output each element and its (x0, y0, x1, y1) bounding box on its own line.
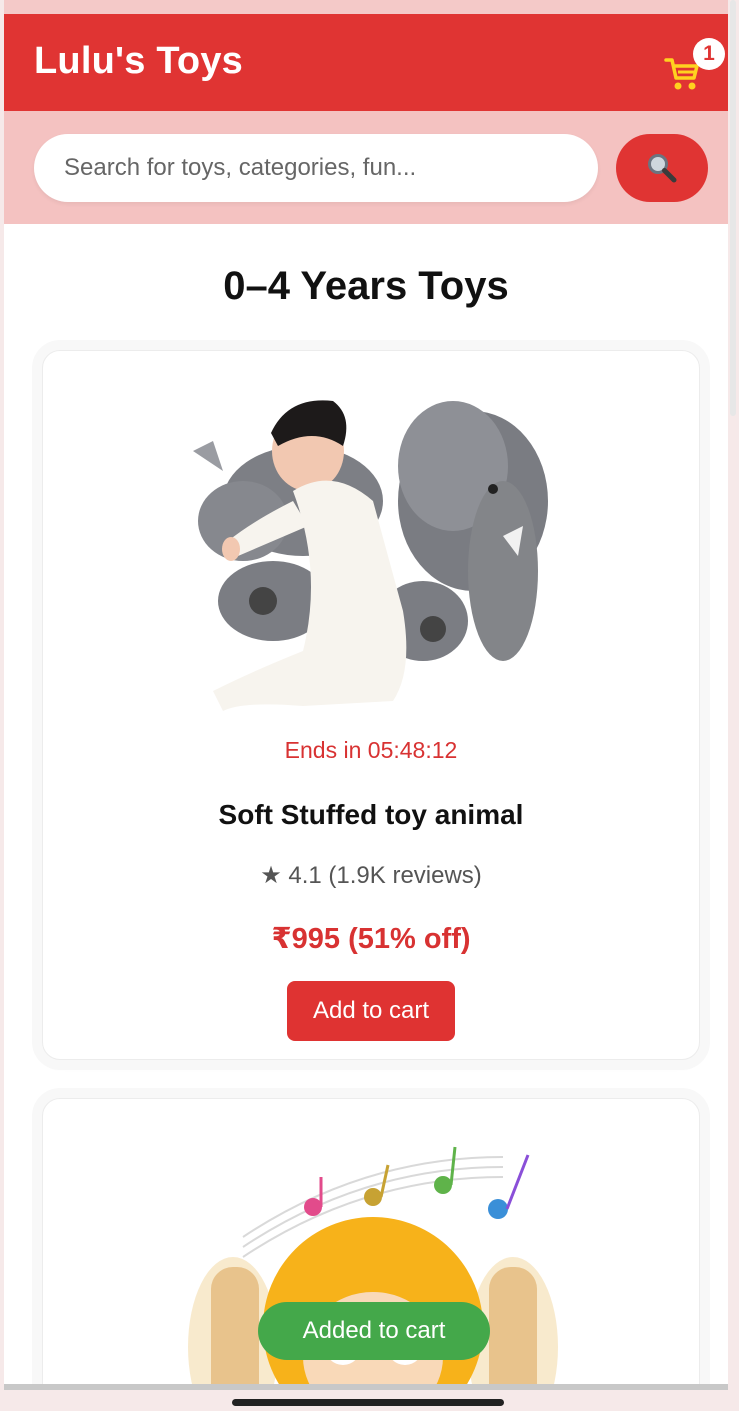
cart-button[interactable]: 1 (660, 30, 725, 94)
magnifier-icon (648, 154, 677, 183)
product-image[interactable] (183, 371, 563, 711)
app-screen: Lulu's Toys 1 0–4 Years Toys (4, 0, 728, 1390)
cart-count-badge: 1 (693, 38, 725, 70)
product-card[interactable]: Ends in 05:48:12 Soft Stuffed toy animal… (42, 350, 700, 1060)
status-strip (4, 0, 728, 14)
product-name[interactable]: Soft Stuffed toy animal (43, 799, 699, 831)
product-rating: ★ 4.1 (1.9K reviews) (260, 862, 482, 889)
bottom-edge (4, 1384, 728, 1390)
search-bar (4, 111, 728, 224)
app-header: Lulu's Toys 1 (4, 14, 728, 111)
deal-timer: Ends in 05:48:12 (284, 737, 458, 763)
added-to-cart-toast: Added to cart (258, 1302, 490, 1360)
add-to-cart-button[interactable]: Add to cart (287, 981, 455, 1041)
search-button[interactable] (616, 134, 708, 202)
scrollbar[interactable] (730, 0, 736, 416)
brand-title[interactable]: Lulu's Toys (34, 40, 243, 83)
search-input[interactable] (34, 134, 598, 202)
section-title: 0–4 Years Toys (223, 264, 509, 308)
product-price: ₹995 (51% off) (271, 923, 471, 955)
home-indicator[interactable] (232, 1399, 504, 1406)
